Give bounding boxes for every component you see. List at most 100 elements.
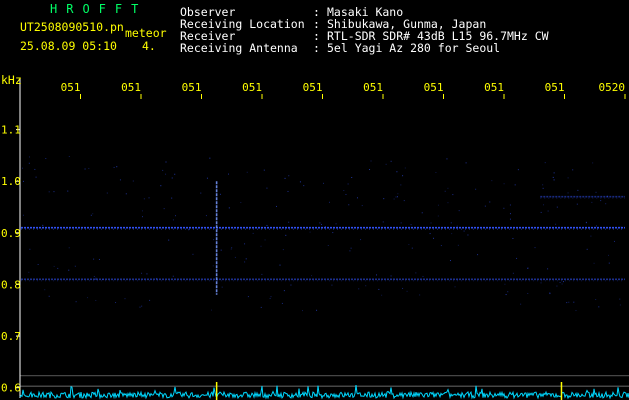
noise-speck — [376, 274, 378, 276]
noise-speck — [95, 277, 97, 279]
noise-speck — [402, 175, 404, 177]
noise-speck — [287, 190, 289, 192]
noise-speck — [516, 257, 518, 259]
noise-speck — [44, 289, 46, 291]
noise-speck — [48, 295, 50, 297]
noise-speck — [48, 191, 50, 193]
noise-speck — [22, 167, 24, 169]
noise-speck — [42, 224, 44, 226]
noise-speck — [303, 185, 305, 187]
noise-speck — [593, 262, 595, 264]
noise-speck — [419, 294, 421, 296]
spectrogram-chart: 1.1 1.0 0.9 0.8 0.7 0.6 051 051 051 051 051 051 051 0… — [1, 78, 629, 400]
noise-speck — [620, 226, 622, 228]
noise-speck — [534, 247, 536, 249]
noise-speck — [301, 310, 303, 312]
noise-speck — [324, 226, 326, 228]
noise-speck — [365, 285, 367, 287]
noise-speck — [311, 275, 313, 277]
noise-speck — [542, 184, 544, 186]
noise-speck — [285, 234, 287, 236]
y-tick-label: 0.8 — [1, 278, 21, 291]
noise-speck — [221, 227, 223, 229]
noise-speck — [228, 207, 230, 209]
noise-speck — [566, 302, 568, 304]
x-tick-label: 0520 — [599, 81, 626, 94]
noise-speck — [172, 219, 174, 221]
noise-speck — [527, 292, 529, 294]
noise-speck — [440, 245, 442, 247]
noise-speck — [382, 221, 384, 223]
noise-speck — [231, 247, 233, 249]
noise-speck — [90, 214, 92, 216]
x-tick-label: 051 — [61, 81, 81, 94]
noise-speck — [358, 288, 360, 290]
noise-speck — [408, 244, 410, 246]
noise-speck — [74, 265, 76, 267]
noise-speck — [395, 196, 397, 198]
noise-speck — [155, 277, 157, 279]
noise-speck — [174, 215, 176, 217]
noise-speck — [68, 247, 70, 249]
x-tick-label: 051 — [424, 81, 444, 94]
noise-speck — [309, 231, 311, 233]
noise-speck — [246, 171, 248, 173]
noise-speck — [349, 250, 351, 252]
antenna-colon: : — [313, 41, 320, 55]
noise-speck — [327, 245, 329, 247]
noise-speck — [509, 213, 511, 215]
noise-speck — [205, 215, 207, 217]
noise-speck — [463, 230, 465, 232]
noise-speck — [163, 208, 165, 210]
noise-speck — [553, 179, 555, 181]
noise-speck — [22, 214, 24, 216]
x-tick-label: 051 — [121, 81, 141, 94]
noise-speck — [356, 197, 358, 199]
noise-speck — [284, 177, 286, 179]
noise-speck — [378, 288, 380, 290]
noise-speck — [245, 258, 247, 260]
noise-speck — [92, 213, 94, 215]
noise-speck — [390, 160, 392, 162]
noise-speck — [282, 249, 284, 251]
noise-speck — [240, 202, 242, 204]
noise-speck — [592, 162, 594, 164]
noise-speck — [396, 171, 398, 173]
noise-speck — [553, 172, 555, 174]
noise-speck — [95, 299, 97, 301]
noise-speck — [403, 200, 405, 202]
y-tick-label: 1.1 — [1, 124, 21, 137]
noise-speck — [143, 198, 145, 200]
noise-speck — [125, 193, 127, 195]
antenna-label: Receiving Antenna — [180, 41, 298, 55]
noise-speck — [200, 192, 202, 194]
noise-speck — [491, 180, 493, 182]
noise-speck — [619, 298, 621, 300]
file-name: UT2508090510.pn — [20, 20, 124, 34]
noise-speck — [576, 203, 578, 205]
noise-speck — [22, 180, 24, 182]
noise-speck — [505, 294, 507, 296]
noise-speck — [595, 225, 597, 227]
noise-speck — [260, 306, 262, 308]
noise-speck — [270, 296, 272, 298]
noise-speck — [456, 225, 458, 227]
noise-speck — [35, 176, 37, 178]
noise-speck — [351, 176, 353, 178]
noise-speck — [172, 275, 174, 277]
noise-speck — [28, 271, 30, 273]
noise-speck — [188, 229, 190, 231]
noise-speck — [507, 291, 509, 293]
noise-speck — [115, 302, 117, 304]
noise-speck — [475, 188, 477, 190]
noise-speck — [512, 272, 514, 274]
noise-speck — [68, 156, 70, 158]
date-time: 25.08.09 05:10 — [20, 39, 117, 53]
noise-speck — [98, 258, 100, 260]
noise-speck — [549, 292, 551, 294]
noise-speck — [343, 190, 345, 192]
noise-speck — [369, 169, 371, 171]
noise-speck — [347, 183, 349, 185]
noise-speck — [67, 190, 69, 192]
noise-speck — [87, 297, 89, 299]
